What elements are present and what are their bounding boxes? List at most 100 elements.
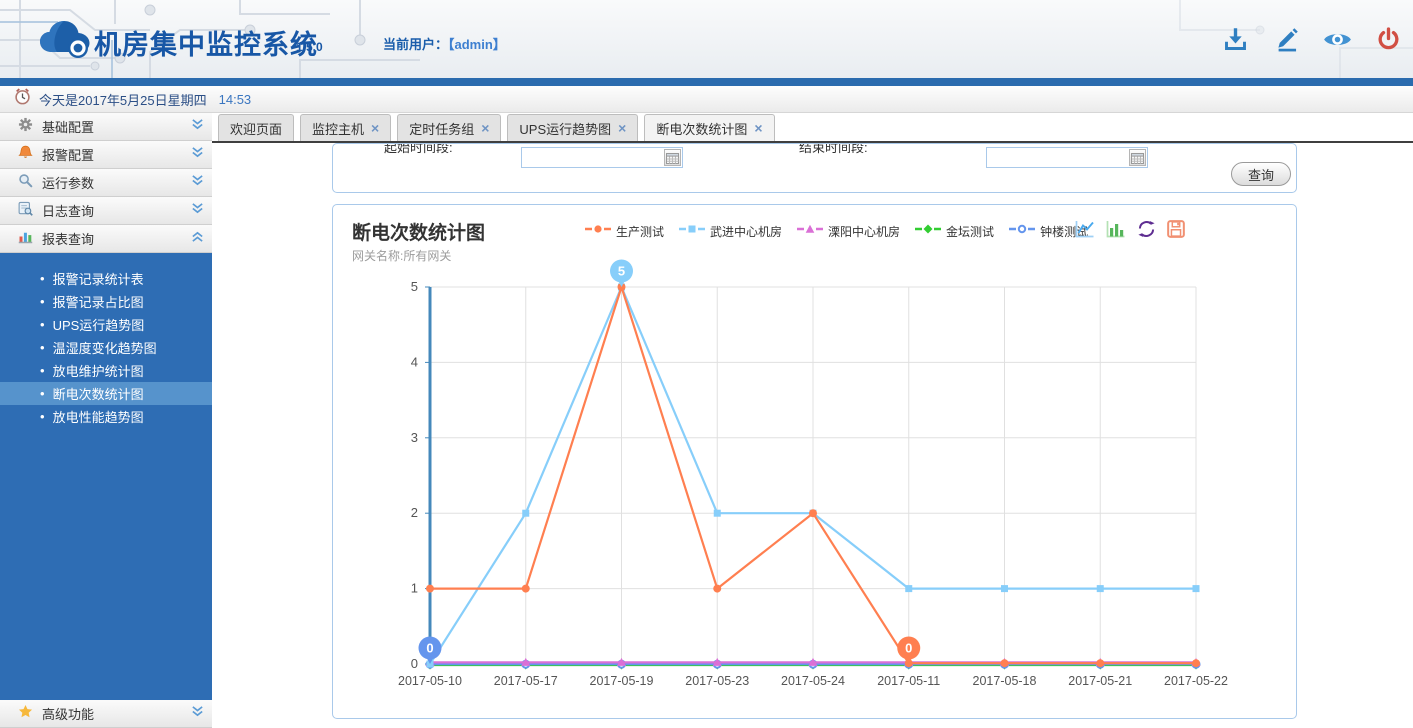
calendar-icon[interactable]	[664, 149, 681, 166]
calendar-icon[interactable]	[1129, 149, 1146, 166]
chevron-down-icon[interactable]	[191, 202, 204, 220]
tab-监控主机[interactable]: 监控主机 ×	[300, 114, 391, 141]
sidebar-item-断电次数统计图[interactable]: • 断电次数统计图	[0, 382, 212, 405]
start-time-input-wrap	[521, 147, 683, 168]
start-time-label: 起始时间段:	[384, 143, 453, 156]
svg-text:2017-05-23: 2017-05-23	[685, 674, 749, 688]
bullet-icon: •	[40, 409, 45, 424]
app-logo	[38, 18, 96, 67]
svg-text:2017-05-10: 2017-05-10	[398, 674, 462, 688]
power-icon[interactable]	[1373, 24, 1403, 54]
clock-icon	[14, 88, 31, 110]
report-icon	[18, 229, 33, 249]
tab-欢迎页面[interactable]: 欢迎页面	[218, 114, 294, 141]
chevron-down-icon[interactable]	[191, 146, 204, 164]
content-area: 起始时间段: 结束时间段: 查询 断电次数统计图 网关名称:所有网关 生产测试武…	[212, 145, 1413, 728]
sidebar-item-label: 温湿度变化趋势图	[53, 338, 157, 357]
tab-定时任务组[interactable]: 定时任务组 ×	[397, 114, 501, 141]
sidebar-item-报警记录占比图[interactable]: •报警记录占比图	[0, 290, 212, 313]
header-toolbar	[1220, 24, 1403, 54]
eye-icon[interactable]	[1322, 24, 1352, 54]
svg-text:2: 2	[411, 505, 418, 520]
chevron-down-icon[interactable]	[191, 118, 204, 136]
sidebar-item-label: 放电维护统计图	[53, 361, 144, 380]
app-title: 机房集中监控系统	[94, 23, 318, 62]
end-time-label: 结束时间段:	[799, 143, 868, 156]
sidebar-group-label: 高级功能	[42, 704, 182, 723]
svg-text:3: 3	[411, 430, 418, 445]
sidebar-item-放电性能趋势图[interactable]: •放电性能趋势图	[0, 405, 212, 428]
end-time-input[interactable]	[987, 148, 1129, 167]
gear-icon	[18, 117, 33, 137]
svg-text:2017-05-21: 2017-05-21	[1068, 674, 1132, 688]
tab-strip: 欢迎页面 监控主机 × 定时任务组 × UPS运行趋势图 × 断电次数统计图 ×	[212, 113, 1413, 143]
query-panel: 起始时间段: 结束时间段: 查询	[332, 143, 1297, 193]
header-divider	[0, 78, 1413, 86]
bullet-icon: •	[40, 271, 45, 286]
edit-icon[interactable]	[1271, 24, 1301, 54]
today-date-text: 今天是2017年5月25日星期四	[39, 90, 207, 109]
current-user: 当前用户：【admin】	[383, 34, 506, 53]
sidebar-group-label: 报表查询	[42, 229, 182, 248]
sidebar-group-基础配置[interactable]: 基础配置	[0, 113, 212, 141]
current-user-label: 当前用户：	[383, 37, 448, 52]
bullet-icon: •	[40, 340, 45, 355]
close-icon[interactable]: ×	[618, 120, 626, 136]
sidebar-item-label: UPS运行趋势图	[53, 315, 145, 334]
svg-text:5: 5	[411, 279, 418, 294]
bullet-icon: •	[40, 386, 45, 401]
tab-UPS运行趋势图[interactable]: UPS运行趋势图 ×	[507, 114, 638, 141]
sidebar: 基础配置报警配置运行参数日志查询报表查询•报警记录统计表•报警记录占比图•UPS…	[0, 113, 212, 728]
svg-text:0: 0	[905, 641, 912, 656]
sidebar-item-label: 断电次数统计图	[53, 384, 144, 403]
current-time: 14:53	[219, 92, 252, 107]
chevron-down-icon[interactable]	[191, 174, 204, 192]
line-chart[interactable]: 0123452017-05-102017-05-172017-05-192017…	[333, 205, 1297, 719]
sidebar-item-放电维护统计图[interactable]: • 放电维护统计图	[0, 359, 212, 382]
log-icon	[18, 201, 33, 221]
close-icon[interactable]: ×	[371, 120, 379, 136]
start-time-input[interactable]	[522, 148, 664, 167]
tab-label: 监控主机	[312, 119, 364, 138]
svg-text:5: 5	[618, 264, 625, 279]
svg-text:2017-05-17: 2017-05-17	[494, 674, 558, 688]
chevron-down-icon[interactable]	[191, 705, 204, 723]
sidebar-group-报警配置[interactable]: 报警配置	[0, 141, 212, 169]
svg-text:0: 0	[426, 641, 433, 656]
app-header: 机房集中监控系统 1.5.0 当前用户：【admin】	[0, 0, 1413, 78]
download-icon[interactable]	[1220, 24, 1250, 54]
query-button[interactable]: 查询	[1231, 162, 1291, 186]
tab-断电次数统计图[interactable]: 断电次数统计图 ×	[644, 114, 774, 141]
sidebar-item-UPS运行趋势图[interactable]: •UPS运行趋势图	[0, 313, 212, 336]
sidebar-group-label: 报警配置	[42, 145, 182, 164]
bullet-icon: •	[40, 294, 45, 309]
tab-label: 断电次数统计图	[656, 119, 747, 138]
svg-text:2017-05-18: 2017-05-18	[973, 674, 1037, 688]
tab-label: 欢迎页面	[230, 119, 282, 138]
sidebar-item-报警记录统计表[interactable]: • 报警记录统计表	[0, 267, 212, 290]
sidebar-group-报表查询[interactable]: 报表查询	[0, 225, 212, 253]
close-icon[interactable]: ×	[754, 120, 762, 136]
chevron-up-icon[interactable]	[191, 230, 204, 248]
sidebar-group-日志查询[interactable]: 日志查询	[0, 197, 212, 225]
svg-text:2017-05-22: 2017-05-22	[1164, 674, 1228, 688]
bell-icon	[18, 145, 33, 165]
bullet-icon: •	[40, 363, 45, 378]
sidebar-item-温湿度变化趋势图[interactable]: • 温湿度变化趋势图	[0, 336, 212, 359]
chart-panel: 断电次数统计图 网关名称:所有网关 生产测试武进中心机房溧阳中心机房金坛测试钟楼…	[332, 204, 1297, 719]
sidebar-group-运行参数[interactable]: 运行参数	[0, 169, 212, 197]
tab-label: 定时任务组	[409, 119, 474, 138]
sidebar-group-label: 运行参数	[42, 173, 182, 192]
tab-label: UPS运行趋势图	[519, 119, 611, 138]
sidebar-submenu: •报警记录统计表•报警记录占比图•UPS运行趋势图•温湿度变化趋势图•放电维护统…	[0, 253, 212, 700]
close-icon[interactable]: ×	[481, 120, 489, 136]
svg-text:0: 0	[411, 656, 418, 671]
current-user-value: 【admin】	[448, 37, 506, 52]
svg-text:2017-05-19: 2017-05-19	[590, 674, 654, 688]
end-time-input-wrap	[986, 147, 1148, 168]
sidebar-item-label: 报警记录统计表	[53, 269, 144, 288]
app-version: 1.5.0	[296, 40, 323, 54]
star-icon	[18, 704, 33, 724]
sidebar-group-高级功能[interactable]: 高级功能	[0, 700, 212, 728]
main-area: 欢迎页面 监控主机 × 定时任务组 × UPS运行趋势图 × 断电次数统计图 × 起始时间段: …	[212, 113, 1413, 728]
